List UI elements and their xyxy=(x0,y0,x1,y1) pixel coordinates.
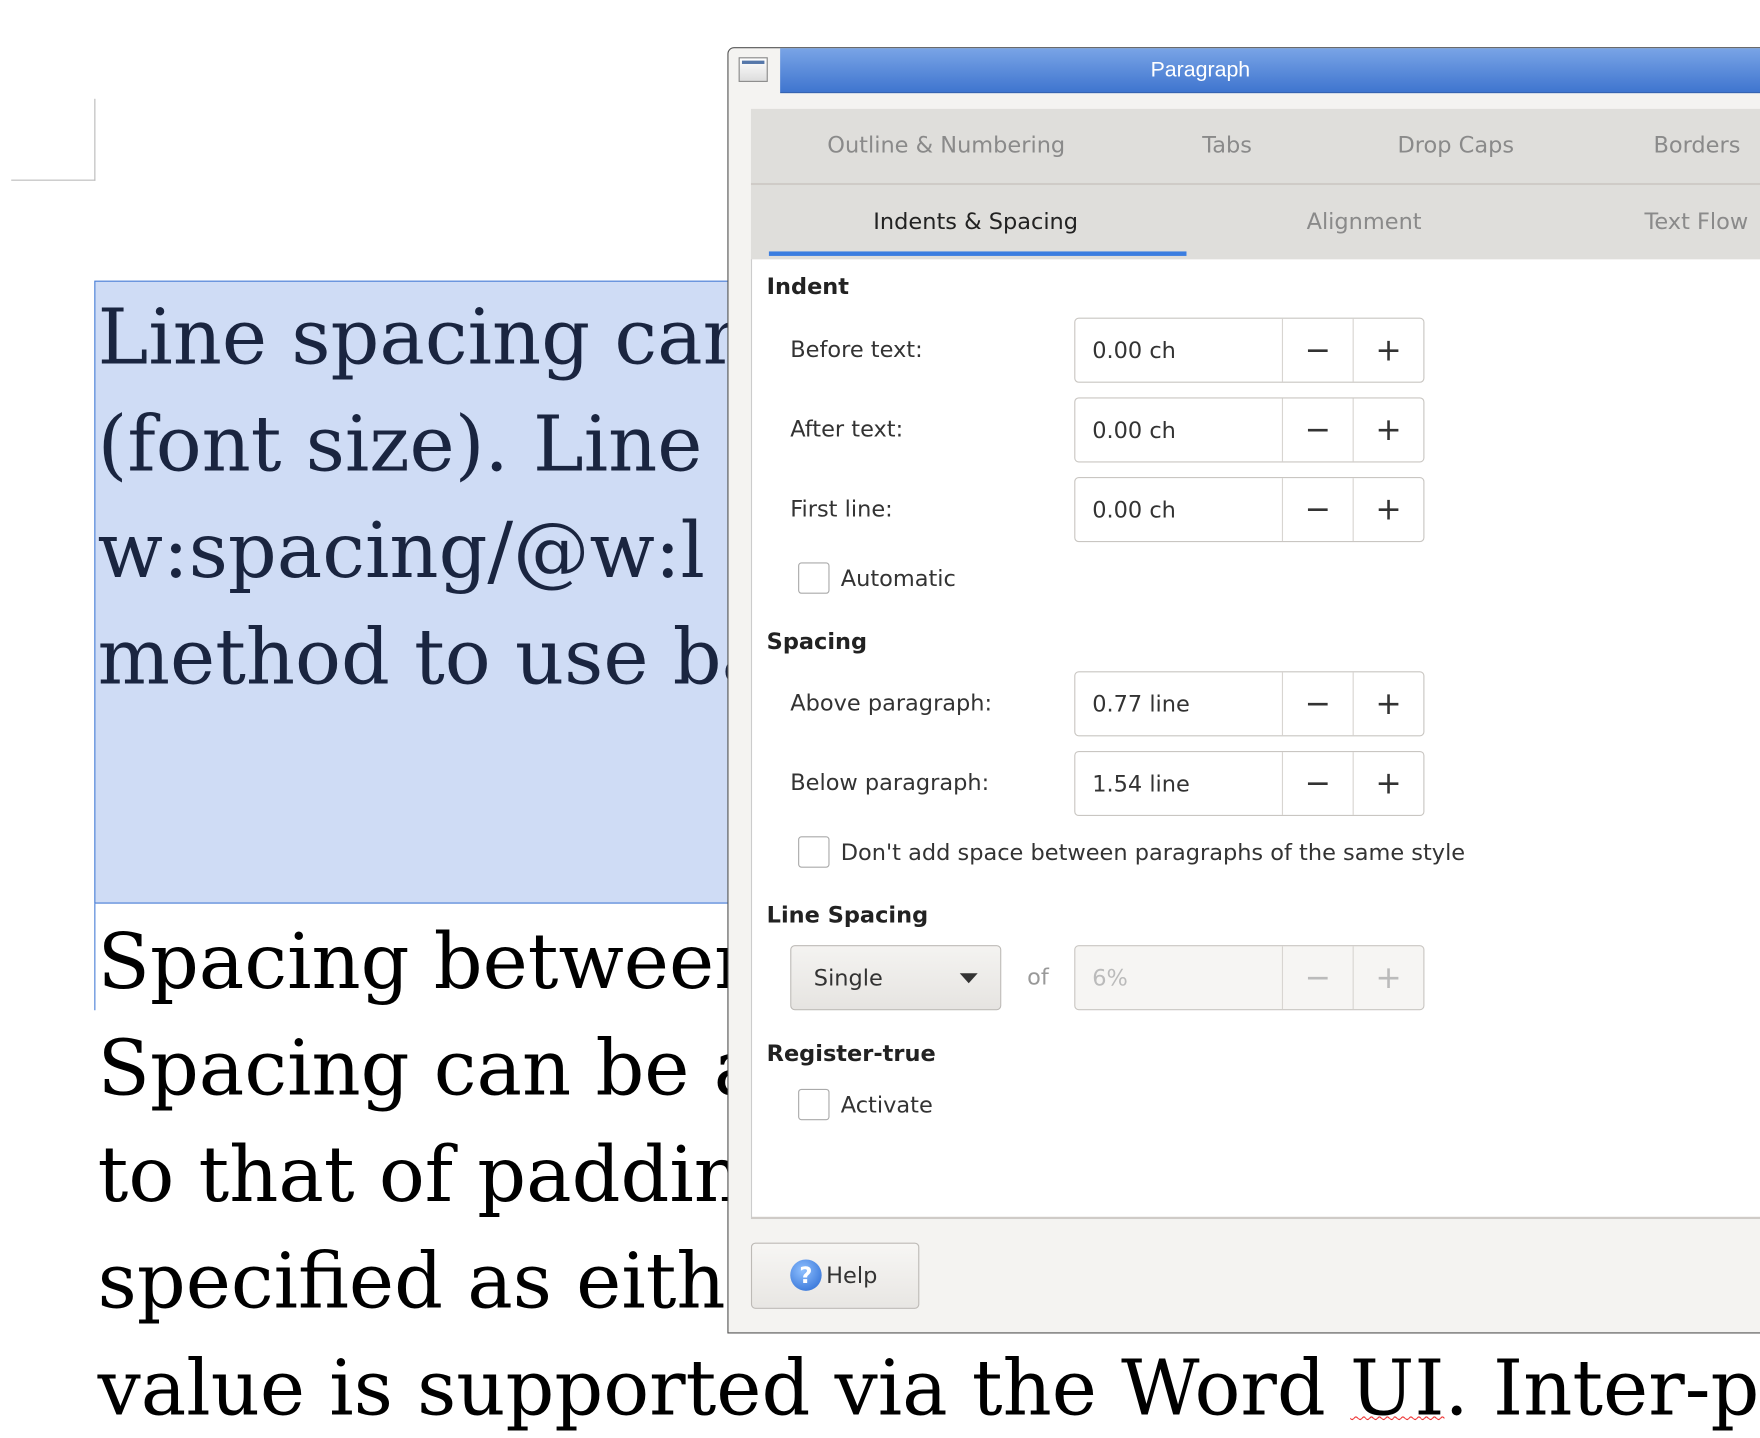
checkbox[interactable] xyxy=(798,836,830,868)
doc-line[interactable]: value is supported via the Word UI. Inte… xyxy=(98,1345,1760,1435)
activate-checkbox[interactable]: Activate xyxy=(798,1088,933,1121)
doc-line[interactable]: Line spacing can xyxy=(98,294,752,384)
after-text-label: After text: xyxy=(790,415,904,443)
active-tab-indicator xyxy=(768,251,1187,256)
below-paragraph-spinner: 1.54 line − + xyxy=(1074,750,1425,817)
dropdown-arrow-icon xyxy=(959,973,978,984)
text: value is supported via the Word xyxy=(97,1344,1351,1434)
decrease-button[interactable]: − xyxy=(1283,478,1353,541)
after-text-input[interactable]: 0.00 ch xyxy=(1075,398,1284,462)
below-paragraph-label: Below paragraph: xyxy=(790,768,990,796)
increase-button[interactable]: + xyxy=(1352,318,1424,382)
page-corner-mark xyxy=(11,179,96,181)
indents-spacing-panel: Indent Before text: 0.00 ch − + After te… xyxy=(750,259,1760,1220)
line-spacing-dropdown[interactable]: Single xyxy=(790,945,1002,1011)
decrease-button[interactable]: − xyxy=(1283,398,1353,461)
dont-add-space-label: Don't add space between paragraphs of th… xyxy=(840,838,1466,866)
before-text-spinner: 0.00 ch − + xyxy=(1074,317,1425,383)
increase-button[interactable]: + xyxy=(1352,752,1424,815)
doc-line[interactable]: method to use ba xyxy=(98,614,768,704)
first-line-spinner: 0.00 ch − + xyxy=(1074,477,1425,543)
checkbox[interactable] xyxy=(798,562,830,594)
doc-line[interactable]: to that of paddin xyxy=(98,1131,743,1221)
text-cursor xyxy=(94,903,96,1011)
help-icon: ? xyxy=(790,1259,822,1291)
line-spacing-value-spinner: 6% − + xyxy=(1074,945,1425,1011)
tab-alignment[interactable]: Alignment xyxy=(1307,208,1422,235)
page-corner-mark xyxy=(94,98,96,181)
tab-indents-spacing[interactable]: Indents & Spacing xyxy=(873,208,1078,235)
increase-button[interactable]: + xyxy=(1352,398,1424,462)
before-text-label: Before text: xyxy=(790,335,923,363)
indent-heading: Indent xyxy=(766,272,850,300)
activate-label: Activate xyxy=(840,1091,933,1119)
increase-button: + xyxy=(1352,946,1424,1010)
spacing-heading: Spacing xyxy=(766,627,868,655)
automatic-label: Automatic xyxy=(840,564,956,592)
doc-line[interactable]: specified as eithe xyxy=(98,1238,771,1328)
line-spacing-heading: Line Spacing xyxy=(766,901,929,929)
tab-row: Indents & Spacing Alignment Text Flow xyxy=(750,185,1760,261)
doc-line[interactable]: w:spacing/@w:l xyxy=(98,507,705,597)
before-text-input[interactable]: 0.00 ch xyxy=(1075,318,1284,382)
increase-button[interactable]: + xyxy=(1352,478,1424,542)
window-menu-icon[interactable] xyxy=(738,57,768,82)
first-line-label: First line: xyxy=(790,495,893,522)
tab-borders[interactable]: Borders xyxy=(1653,131,1740,158)
decrease-button[interactable]: − xyxy=(1283,319,1353,382)
tab-row: Outline & Numbering Tabs Drop Caps Borde… xyxy=(750,108,1760,186)
doc-line[interactable]: Spacing can be a xyxy=(98,1025,760,1115)
dialog-title: Paragraph xyxy=(1150,58,1251,82)
automatic-checkbox[interactable]: Automatic xyxy=(798,562,956,594)
misspelled-word[interactable]: UI xyxy=(1350,1345,1444,1434)
of-label: of xyxy=(1027,963,1049,991)
text: . Inter-pa xyxy=(1444,1344,1760,1434)
help-button[interactable]: ? Help xyxy=(750,1242,920,1309)
first-line-input[interactable]: 0.00 ch xyxy=(1075,478,1284,542)
checkbox[interactable] xyxy=(798,1088,830,1121)
above-paragraph-input[interactable]: 0.77 line xyxy=(1075,672,1284,736)
register-true-heading: Register-true xyxy=(766,1039,936,1067)
line-spacing-value-input: 6% xyxy=(1075,946,1284,1010)
help-label: Help xyxy=(826,1261,878,1289)
decrease-button: − xyxy=(1304,958,1331,996)
decrease-button[interactable]: − xyxy=(1283,752,1353,815)
tab-drop-caps[interactable]: Drop Caps xyxy=(1398,131,1515,158)
tab-text-flow[interactable]: Text Flow xyxy=(1644,208,1748,235)
increase-button[interactable]: + xyxy=(1352,672,1424,736)
above-paragraph-label: Above paragraph: xyxy=(790,689,993,717)
line-spacing-selected: Single xyxy=(813,964,883,992)
tab-outline-numbering[interactable]: Outline & Numbering xyxy=(827,131,1065,158)
dont-add-space-checkbox[interactable]: Don't add space between paragraphs of th… xyxy=(798,836,1466,868)
title-bar[interactable]: Paragraph xyxy=(780,48,1760,94)
doc-line[interactable]: (font size). Line s xyxy=(98,401,766,491)
paragraph-dialog: Paragraph Outline & Numbering Tabs Drop … xyxy=(727,47,1760,1334)
decrease-button[interactable]: − xyxy=(1283,672,1353,735)
after-text-spinner: 0.00 ch − + xyxy=(1074,397,1425,463)
tab-tabs[interactable]: Tabs xyxy=(1202,131,1252,158)
doc-line[interactable]: Spacing between xyxy=(98,918,764,1008)
below-paragraph-input[interactable]: 1.54 line xyxy=(1075,752,1284,815)
above-paragraph-spinner: 0.77 line − + xyxy=(1074,671,1425,737)
